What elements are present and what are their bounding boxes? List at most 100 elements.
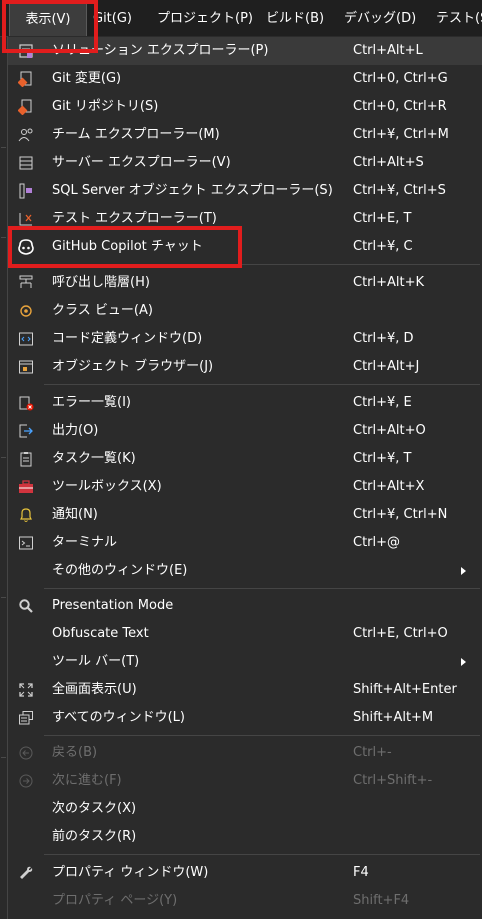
menu-separator: [44, 735, 480, 736]
menu-item-git-changes[interactable]: Git 変更(G) Ctrl+0, Ctrl+G: [8, 65, 482, 93]
menu-item-object-browser[interactable]: オブジェクト ブラウザー(J) Ctrl+Alt+J: [8, 353, 482, 381]
view-menu-dropdown: ソリューション エクスプローラー(P) Ctrl+Alt+L Git 変更(G)…: [7, 36, 482, 919]
menu-item-error-list[interactable]: エラー一覧(I) Ctrl+¥, E: [8, 389, 482, 417]
menu-item-shortcut: Ctrl+¥, T: [353, 451, 412, 466]
menu-item-label: すべてのウィンドウ(L): [52, 710, 185, 725]
menu-item-label: ツールボックス(X): [52, 479, 162, 494]
magnifier-icon: [17, 597, 35, 615]
code-definition-icon: [17, 330, 35, 348]
terminal-icon: [17, 534, 35, 552]
menu-item-test-explorer[interactable]: テスト エクスプローラー(T) Ctrl+E, T: [8, 205, 482, 233]
menu-item-shortcut: Ctrl+E, T: [353, 211, 412, 226]
sql-server-icon: [17, 182, 35, 200]
menu-item-label: GitHub Copilot チャット: [52, 239, 203, 254]
menu-item-label: Git 変更(G): [52, 71, 122, 86]
menu-item-label: 前のタスク(R): [52, 829, 137, 844]
menu-item-shortcut: Ctrl+¥, C: [353, 239, 413, 254]
fullscreen-icon: [17, 681, 35, 699]
menu-item-label: Presentation Mode: [52, 598, 174, 613]
copilot-icon: [17, 238, 35, 256]
submenu-arrow-icon: [461, 567, 466, 575]
git-changes-icon: [17, 70, 35, 88]
menu-project[interactable]: プロジェクト(P): [157, 0, 253, 37]
menu-bar: 表示(V) Git(G) プロジェクト(P) ビルド(B) デバッグ(D) テス…: [0, 0, 482, 37]
menu-item-shortcut: Shift+F4: [353, 893, 410, 908]
menu-item-previous-task[interactable]: 前のタスク(R): [8, 823, 482, 851]
menu-item-label: 全画面表示(U): [52, 682, 137, 697]
menu-item-label: テスト エクスプローラー(T): [52, 211, 217, 226]
error-list-icon: [17, 394, 35, 412]
menu-item-label: プロパティ ページ(Y): [52, 893, 178, 908]
menu-item-presentation-mode[interactable]: Presentation Mode: [8, 592, 482, 620]
menu-build[interactable]: ビルド(B): [266, 0, 324, 37]
menu-item-shortcut: Ctrl+Shift+-: [353, 773, 433, 788]
menu-item-git-repository[interactable]: Git リポジトリ(S) Ctrl+0, Ctrl+R: [8, 93, 482, 121]
menu-item-property-pages[interactable]: プロパティ ページ(Y) Shift+F4: [8, 887, 482, 915]
menu-item-shortcut: Ctrl+Alt+J: [353, 359, 420, 374]
server-explorer-icon: [17, 154, 35, 172]
bell-icon: [17, 506, 35, 524]
menu-item-back[interactable]: 戻る(B) Ctrl+-: [8, 739, 482, 767]
menu-item-shortcut: Ctrl+Alt+K: [353, 275, 425, 290]
menu-item-toolbar[interactable]: ツール バー(T): [8, 648, 482, 676]
menu-item-label: 戻る(B): [52, 745, 98, 760]
menu-item-team-explorer[interactable]: チーム エクスプローラー(M) Ctrl+¥, Ctrl+M: [8, 121, 482, 149]
menu-item-full-screen[interactable]: 全画面表示(U) Shift+Alt+Enter: [8, 676, 482, 704]
menu-item-shortcut: F4: [353, 865, 369, 880]
menu-git[interactable]: Git(G): [93, 0, 132, 37]
menu-item-label: Obfuscate Text: [52, 626, 149, 641]
call-hierarchy-icon: [17, 274, 35, 292]
menu-item-properties-window[interactable]: プロパティ ウィンドウ(W) F4: [8, 859, 482, 887]
menu-item-class-view[interactable]: クラス ビュー(A): [8, 297, 482, 325]
menu-item-label: オブジェクト ブラウザー(J): [52, 359, 214, 374]
menu-item-label: タスク一覧(K): [52, 451, 136, 466]
object-browser-icon: [17, 358, 35, 376]
menu-item-toolbox[interactable]: ツールボックス(X) Ctrl+Alt+X: [8, 473, 482, 501]
menu-item-call-hierarchy[interactable]: 呼び出し階層(H) Ctrl+Alt+K: [8, 269, 482, 297]
menu-item-shortcut: Ctrl+0, Ctrl+R: [353, 99, 447, 114]
menu-item-shortcut: Ctrl+¥, Ctrl+N: [353, 507, 448, 522]
menu-item-forward[interactable]: 次に進む(F) Ctrl+Shift+-: [8, 767, 482, 795]
menu-item-label: サーバー エクスプローラー(V): [52, 155, 231, 170]
menu-item-label: 次に進む(F): [52, 773, 122, 788]
menu-item-label: Git リポジトリ(S): [52, 99, 159, 114]
team-explorer-icon: [17, 126, 35, 144]
menu-item-github-copilot-chat[interactable]: GitHub Copilot チャット Ctrl+¥, C: [8, 233, 482, 261]
menu-debug[interactable]: デバッグ(D): [344, 0, 416, 37]
wrench-icon: [17, 864, 35, 882]
menu-item-terminal[interactable]: ターミナル Ctrl+@: [8, 529, 482, 557]
menu-item-label: 次のタスク(X): [52, 801, 137, 816]
menu-separator: [44, 384, 480, 385]
menu-item-next-task[interactable]: 次のタスク(X): [8, 795, 482, 823]
menu-item-label: エラー一覧(I): [52, 395, 131, 410]
menu-item-task-list[interactable]: タスク一覧(K) Ctrl+¥, T: [8, 445, 482, 473]
class-view-icon: [17, 302, 35, 320]
menu-item-shortcut: Ctrl+@: [353, 535, 401, 550]
menu-item-server-explorer[interactable]: サーバー エクスプローラー(V) Ctrl+Alt+S: [8, 149, 482, 177]
menu-view[interactable]: 表示(V): [9, 0, 87, 37]
menu-item-notifications[interactable]: 通知(N) Ctrl+¥, Ctrl+N: [8, 501, 482, 529]
menu-test[interactable]: テスト(S: [436, 0, 482, 37]
menu-item-code-definition[interactable]: コード定義ウィンドウ(D) Ctrl+¥, D: [8, 325, 482, 353]
menu-item-solution-explorer[interactable]: ソリューション エクスプローラー(P) Ctrl+Alt+L: [8, 37, 482, 65]
menu-item-label: SQL Server オブジェクト エクスプローラー(S): [52, 183, 333, 198]
menu-separator: [44, 264, 480, 265]
menu-item-shortcut: Ctrl+¥, Ctrl+M: [353, 127, 449, 142]
menu-item-label: プロパティ ウィンドウ(W): [52, 865, 209, 880]
menu-item-label: その他のウィンドウ(E): [52, 563, 188, 578]
menu-item-obfuscate-text[interactable]: Obfuscate Text Ctrl+E, Ctrl+O: [8, 620, 482, 648]
menu-item-shortcut: Shift+Alt+Enter: [353, 682, 457, 697]
menu-item-label: 通知(N): [52, 507, 98, 522]
menu-item-sql-server-explorer[interactable]: SQL Server オブジェクト エクスプローラー(S) Ctrl+¥, Ct…: [8, 177, 482, 205]
menu-item-label: ツール バー(T): [52, 654, 140, 669]
task-list-icon: [17, 450, 35, 468]
menu-item-shortcut: Ctrl+¥, D: [353, 331, 414, 346]
menu-item-output[interactable]: 出力(O) Ctrl+Alt+O: [8, 417, 482, 445]
menu-item-other-windows[interactable]: その他のウィンドウ(E): [8, 557, 482, 585]
all-windows-icon: [17, 709, 35, 727]
menu-item-label: クラス ビュー(A): [52, 303, 153, 318]
test-explorer-icon: [17, 210, 35, 228]
menu-item-shortcut: Ctrl+Alt+S: [353, 155, 424, 170]
menu-separator: [44, 854, 480, 855]
menu-item-all-windows[interactable]: すべてのウィンドウ(L) Shift+Alt+M: [8, 704, 482, 732]
